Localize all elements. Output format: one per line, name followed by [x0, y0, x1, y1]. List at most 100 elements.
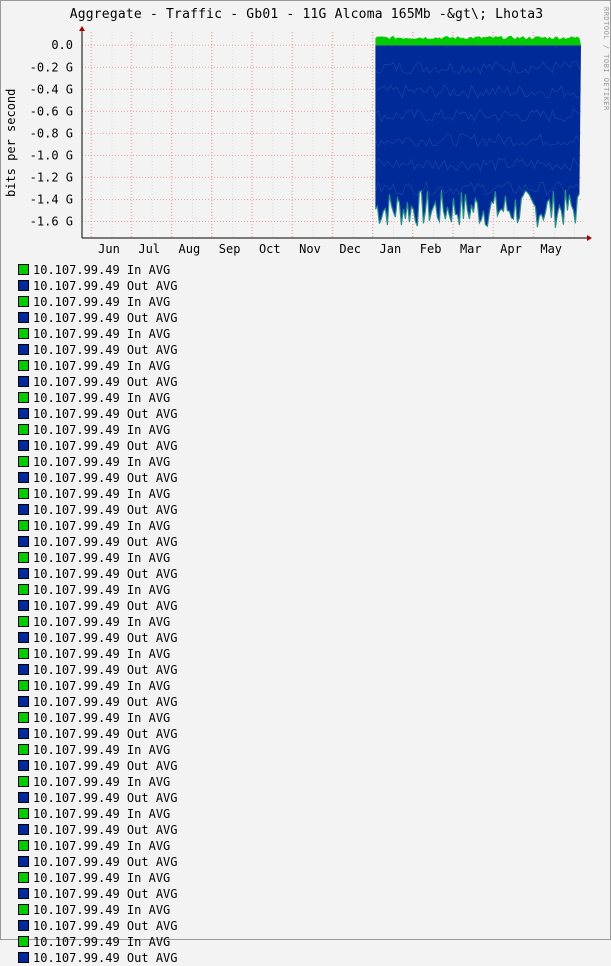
legend-label: 10.107.99.49 Out AVG	[33, 407, 178, 421]
legend-item: 10.107.99.49 In AVG	[18, 934, 178, 950]
legend-item: 10.107.99.49 In AVG	[18, 422, 178, 438]
legend-label: 10.107.99.49 In AVG	[33, 615, 171, 629]
x-tick-label: Dec	[339, 242, 361, 256]
legend-label: 10.107.99.49 Out AVG	[33, 855, 178, 869]
legend-item: 10.107.99.49 In AVG	[18, 486, 178, 502]
legend-item: 10.107.99.49 Out AVG	[18, 630, 178, 646]
legend-item: 10.107.99.49 Out AVG	[18, 278, 178, 294]
legend-item: 10.107.99.49 In AVG	[18, 582, 178, 598]
legend-swatch	[18, 552, 29, 563]
legend-item: 10.107.99.49 Out AVG	[18, 502, 178, 518]
legend-label: 10.107.99.49 In AVG	[33, 295, 171, 309]
legend-label: 10.107.99.49 Out AVG	[33, 471, 178, 485]
legend-swatch	[18, 904, 29, 915]
legend-item: 10.107.99.49 Out AVG	[18, 374, 178, 390]
legend-label: 10.107.99.49 In AVG	[33, 679, 171, 693]
legend-item: 10.107.99.49 In AVG	[18, 774, 178, 790]
legend-label: 10.107.99.49 Out AVG	[33, 823, 178, 837]
legend-label: 10.107.99.49 In AVG	[33, 711, 171, 725]
legend-label: 10.107.99.49 Out AVG	[33, 567, 178, 581]
legend-item: 10.107.99.49 In AVG	[18, 614, 178, 630]
legend-item: 10.107.99.49 In AVG	[18, 806, 178, 822]
legend-label: 10.107.99.49 Out AVG	[33, 503, 178, 517]
legend-swatch	[18, 296, 29, 307]
in-avg-area	[375, 35, 581, 46]
x-tick-label: Aug	[179, 242, 201, 256]
legend-label: 10.107.99.49 Out AVG	[33, 439, 178, 453]
legend-item: 10.107.99.49 In AVG	[18, 262, 178, 278]
legend-swatch	[18, 632, 29, 643]
legend-item: 10.107.99.49 In AVG	[18, 454, 178, 470]
legend-label: 10.107.99.49 Out AVG	[33, 887, 178, 901]
legend-swatch	[18, 888, 29, 899]
legend-label: 10.107.99.49 In AVG	[33, 903, 171, 917]
y-tick-label: -0.2 G	[30, 60, 73, 74]
legend-swatch	[18, 712, 29, 723]
legend-item: 10.107.99.49 Out AVG	[18, 950, 178, 966]
graph-image: Aggregate - Traffic - Gb01 - 11G Alcoma …	[0, 0, 611, 965]
legend-label: 10.107.99.49 Out AVG	[33, 791, 178, 805]
legend-label: 10.107.99.49 In AVG	[33, 743, 171, 757]
legend-label: 10.107.99.49 In AVG	[33, 647, 171, 661]
x-tick-label: May	[540, 242, 562, 256]
legend-item: 10.107.99.49 Out AVG	[18, 694, 178, 710]
y-axis-arrow	[79, 26, 85, 31]
legend-swatch	[18, 936, 29, 947]
legend-label: 10.107.99.49 In AVG	[33, 327, 171, 341]
legend-swatch	[18, 584, 29, 595]
traffic-chart: 0.0 -0.2 G -0.4 G -0.6 G -0.8 G -1.0 G -1.2 G -…	[30, 26, 592, 256]
x-tick-label: Feb	[420, 242, 442, 256]
legend-swatch	[18, 728, 29, 739]
y-tick-label: 0.0	[51, 38, 73, 52]
legend-swatch	[18, 424, 29, 435]
legend-item: 10.107.99.49 Out AVG	[18, 886, 178, 902]
legend-item: 10.107.99.49 Out AVG	[18, 406, 178, 422]
legend-swatch	[18, 360, 29, 371]
x-tick-label: Apr	[500, 242, 522, 256]
y-tick-label: -1.6 G	[30, 214, 73, 228]
legend-label: 10.107.99.49 Out AVG	[33, 695, 178, 709]
legend-swatch	[18, 376, 29, 387]
legend-swatch	[18, 536, 29, 547]
legend-item: 10.107.99.49 In AVG	[18, 518, 178, 534]
legend-swatch	[18, 760, 29, 771]
legend-item: 10.107.99.49 In AVG	[18, 838, 178, 854]
legend-item: 10.107.99.49 In AVG	[18, 710, 178, 726]
series-layer	[374, 35, 581, 228]
legend-label: 10.107.99.49 Out AVG	[33, 343, 178, 357]
legend-swatch	[18, 856, 29, 867]
legend-label: 10.107.99.49 In AVG	[33, 807, 171, 821]
legend-label: 10.107.99.49 Out AVG	[33, 663, 178, 677]
legend-swatch	[18, 872, 29, 883]
legend-label: 10.107.99.49 In AVG	[33, 423, 171, 437]
legend-label: 10.107.99.49 In AVG	[33, 871, 171, 885]
x-tick-label: Jan	[380, 242, 402, 256]
legend-item: 10.107.99.49 In AVG	[18, 742, 178, 758]
legend-swatch	[18, 504, 29, 515]
legend-swatch	[18, 440, 29, 451]
legend-swatch	[18, 840, 29, 851]
x-tick-label: Jun	[98, 242, 120, 256]
y-tick-label: -0.4 G	[30, 82, 73, 96]
x-axis-arrow	[587, 235, 592, 241]
y-tick-label: -1.0 G	[30, 148, 73, 162]
legend-label: 10.107.99.49 In AVG	[33, 935, 171, 949]
legend-swatch	[18, 808, 29, 819]
legend-label: 10.107.99.49 In AVG	[33, 551, 171, 565]
legend-swatch	[18, 520, 29, 531]
legend-label: 10.107.99.49 Out AVG	[33, 599, 178, 613]
legend-swatch	[18, 600, 29, 611]
legend-label: 10.107.99.49 Out AVG	[33, 631, 178, 645]
legend-item: 10.107.99.49 Out AVG	[18, 758, 178, 774]
legend-swatch	[18, 344, 29, 355]
legend-swatch	[18, 312, 29, 323]
legend-item: 10.107.99.49 In AVG	[18, 870, 178, 886]
legend-swatch	[18, 776, 29, 787]
legend-item: 10.107.99.49 Out AVG	[18, 310, 178, 326]
legend-swatch	[18, 328, 29, 339]
legend-label: 10.107.99.49 Out AVG	[33, 727, 178, 741]
legend-swatch	[18, 744, 29, 755]
legend-item: 10.107.99.49 Out AVG	[18, 566, 178, 582]
legend-item: 10.107.99.49 In AVG	[18, 390, 178, 406]
legend-swatch	[18, 568, 29, 579]
